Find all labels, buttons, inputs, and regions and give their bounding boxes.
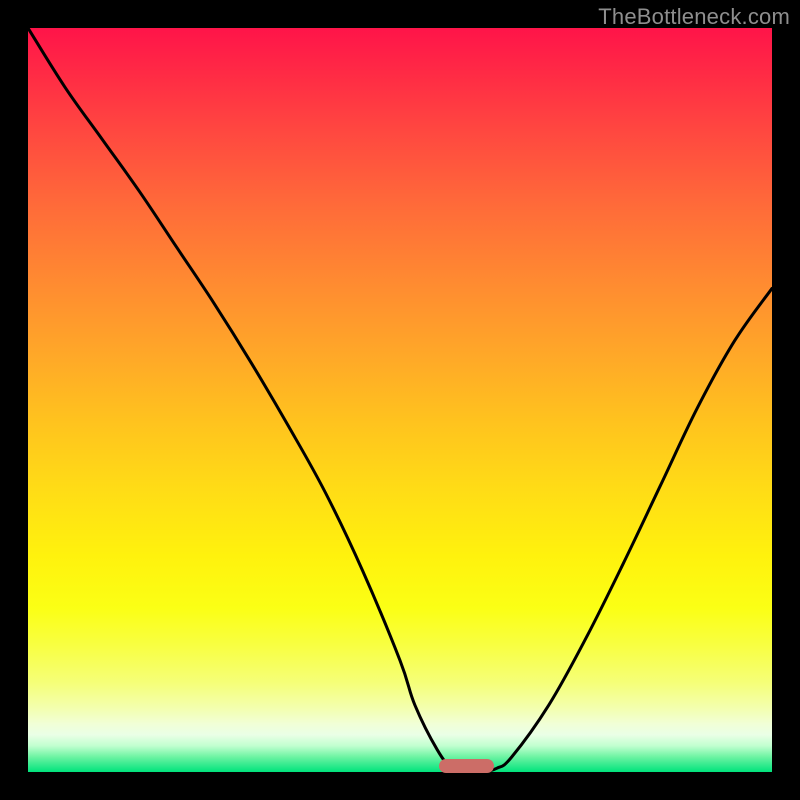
chart-frame: TheBottleneck.com <box>0 0 800 800</box>
watermark-text: TheBottleneck.com <box>598 4 790 30</box>
bottleneck-curve <box>28 28 772 772</box>
optimal-range-marker <box>439 759 494 773</box>
